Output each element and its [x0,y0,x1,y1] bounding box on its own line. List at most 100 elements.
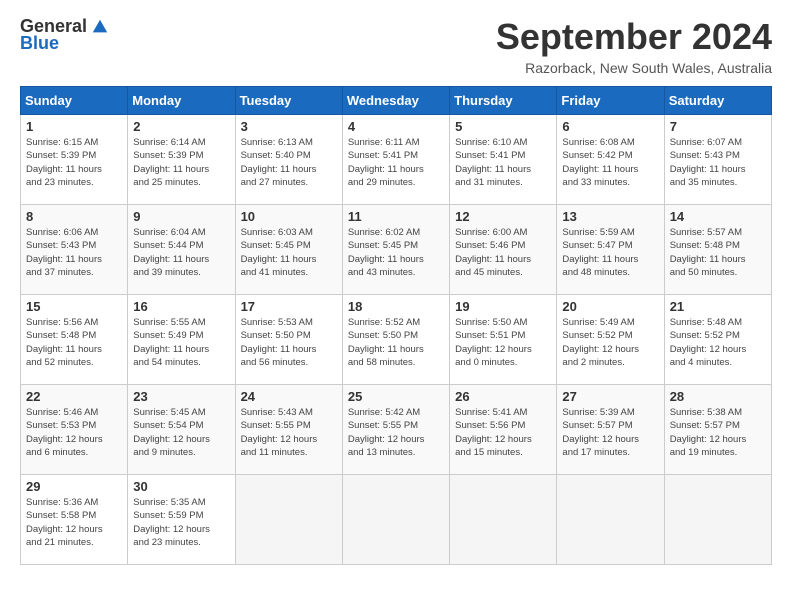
header: General Blue September 2024 Razorback, N… [20,16,772,76]
calendar-day-cell [557,475,664,565]
day-number: 25 [348,389,444,404]
day-detail: Sunrise: 6:04 AMSunset: 5:44 PMDaylight:… [133,227,209,278]
day-number: 15 [26,299,122,314]
day-detail: Sunrise: 5:59 AMSunset: 5:47 PMDaylight:… [562,227,638,278]
calendar-day-header: Friday [557,87,664,115]
calendar-day-header: Saturday [664,87,771,115]
day-number: 12 [455,209,551,224]
calendar-day-cell: 14 Sunrise: 5:57 AMSunset: 5:48 PMDayligh… [664,205,771,295]
day-detail: Sunrise: 6:07 AMSunset: 5:43 PMDaylight:… [670,137,746,188]
day-detail: Sunrise: 5:53 AMSunset: 5:50 PMDaylight:… [241,317,317,368]
calendar-day-header: Monday [128,87,235,115]
day-number: 8 [26,209,122,224]
day-detail: Sunrise: 6:02 AMSunset: 5:45 PMDaylight:… [348,227,424,278]
day-detail: Sunrise: 5:42 AMSunset: 5:55 PMDaylight:… [348,407,425,458]
day-detail: Sunrise: 5:55 AMSunset: 5:49 PMDaylight:… [133,317,209,368]
calendar-day-cell: 3 Sunrise: 6:13 AMSunset: 5:40 PMDaylight… [235,115,342,205]
calendar-day-cell: 4 Sunrise: 6:11 AMSunset: 5:41 PMDaylight… [342,115,449,205]
day-number: 26 [455,389,551,404]
day-number: 18 [348,299,444,314]
day-detail: Sunrise: 5:38 AMSunset: 5:57 PMDaylight:… [670,407,747,458]
calendar-day-cell: 13 Sunrise: 5:59 AMSunset: 5:47 PMDayligh… [557,205,664,295]
calendar-week-row: 22 Sunrise: 5:46 AMSunset: 5:53 PMDayligh… [21,385,772,475]
calendar-day-cell: 23 Sunrise: 5:45 AMSunset: 5:54 PMDayligh… [128,385,235,475]
day-number: 19 [455,299,551,314]
day-number: 3 [241,119,337,134]
calendar-day-cell: 7 Sunrise: 6:07 AMSunset: 5:43 PMDaylight… [664,115,771,205]
calendar-day-cell: 10 Sunrise: 6:03 AMSunset: 5:45 PMDayligh… [235,205,342,295]
day-number: 1 [26,119,122,134]
day-number: 16 [133,299,229,314]
calendar-day-cell: 6 Sunrise: 6:08 AMSunset: 5:42 PMDaylight… [557,115,664,205]
day-detail: Sunrise: 5:48 AMSunset: 5:52 PMDaylight:… [670,317,747,368]
location-subtitle: Razorback, New South Wales, Australia [496,60,772,76]
day-number: 17 [241,299,337,314]
calendar-day-cell: 29 Sunrise: 5:36 AMSunset: 5:58 PMDayligh… [21,475,128,565]
calendar-day-cell: 17 Sunrise: 5:53 AMSunset: 5:50 PMDayligh… [235,295,342,385]
day-detail: Sunrise: 5:56 AMSunset: 5:48 PMDaylight:… [26,317,102,368]
day-number: 28 [670,389,766,404]
calendar-week-row: 15 Sunrise: 5:56 AMSunset: 5:48 PMDayligh… [21,295,772,385]
calendar-day-header: Tuesday [235,87,342,115]
calendar-week-row: 1 Sunrise: 6:15 AMSunset: 5:39 PMDaylight… [21,115,772,205]
day-detail: Sunrise: 6:08 AMSunset: 5:42 PMDaylight:… [562,137,638,188]
day-detail: Sunrise: 6:06 AMSunset: 5:43 PMDaylight:… [26,227,102,278]
calendar-day-cell: 28 Sunrise: 5:38 AMSunset: 5:57 PMDayligh… [664,385,771,475]
day-number: 7 [670,119,766,134]
day-detail: Sunrise: 5:35 AMSunset: 5:59 PMDaylight:… [133,497,210,548]
calendar-day-cell: 8 Sunrise: 6:06 AMSunset: 5:43 PMDaylight… [21,205,128,295]
day-number: 5 [455,119,551,134]
calendar-day-header: Sunday [21,87,128,115]
calendar-day-header: Thursday [450,87,557,115]
day-detail: Sunrise: 5:46 AMSunset: 5:53 PMDaylight:… [26,407,103,458]
calendar-day-cell: 9 Sunrise: 6:04 AMSunset: 5:44 PMDaylight… [128,205,235,295]
calendar-day-cell: 26 Sunrise: 5:41 AMSunset: 5:56 PMDayligh… [450,385,557,475]
day-number: 21 [670,299,766,314]
day-detail: Sunrise: 5:43 AMSunset: 5:55 PMDaylight:… [241,407,318,458]
day-number: 13 [562,209,658,224]
day-detail: Sunrise: 6:10 AMSunset: 5:41 PMDaylight:… [455,137,531,188]
day-detail: Sunrise: 5:41 AMSunset: 5:56 PMDaylight:… [455,407,532,458]
day-detail: Sunrise: 5:45 AMSunset: 5:54 PMDaylight:… [133,407,210,458]
calendar-day-cell: 12Sunrise: 6:00 AMSunset: 5:46 PMDayligh… [450,205,557,295]
calendar-day-cell: 25 Sunrise: 5:42 AMSunset: 5:55 PMDayligh… [342,385,449,475]
day-detail: Sunrise: 6:15 AMSunset: 5:39 PMDaylight:… [26,137,102,188]
calendar-day-cell [342,475,449,565]
calendar-day-cell: 21 Sunrise: 5:48 AMSunset: 5:52 PMDayligh… [664,295,771,385]
calendar-day-cell [450,475,557,565]
calendar-day-cell: 2Sunrise: 6:14 AMSunset: 5:39 PMDaylight… [128,115,235,205]
day-detail: Sunrise: 6:03 AMSunset: 5:45 PMDaylight:… [241,227,317,278]
calendar-day-cell: 22 Sunrise: 5:46 AMSunset: 5:53 PMDayligh… [21,385,128,475]
calendar-week-row: 8 Sunrise: 6:06 AMSunset: 5:43 PMDaylight… [21,205,772,295]
day-detail: Sunrise: 6:13 AMSunset: 5:40 PMDaylight:… [241,137,317,188]
day-detail: Sunrise: 5:36 AMSunset: 5:58 PMDaylight:… [26,497,103,548]
day-detail: Sunrise: 5:50 AMSunset: 5:51 PMDaylight:… [455,317,532,368]
day-number: 9 [133,209,229,224]
calendar-day-cell: 15 Sunrise: 5:56 AMSunset: 5:48 PMDayligh… [21,295,128,385]
day-number: 23 [133,389,229,404]
day-number: 10 [241,209,337,224]
day-number: 24 [241,389,337,404]
day-detail: Sunrise: 6:11 AMSunset: 5:41 PMDaylight:… [348,137,424,188]
day-number: 30 [133,479,229,494]
calendar-day-cell: 30 Sunrise: 5:35 AMSunset: 5:59 PMDayligh… [128,475,235,565]
logo: General Blue [20,16,109,54]
day-number: 29 [26,479,122,494]
day-number: 22 [26,389,122,404]
day-detail: Sunrise: 5:57 AMSunset: 5:48 PMDaylight:… [670,227,746,278]
calendar-day-header: Wednesday [342,87,449,115]
calendar-day-cell: 1 Sunrise: 6:15 AMSunset: 5:39 PMDaylight… [21,115,128,205]
day-number: 4 [348,119,444,134]
day-number: 6 [562,119,658,134]
calendar-day-cell: 27Sunrise: 5:39 AMSunset: 5:57 PMDayligh… [557,385,664,475]
calendar-day-cell: 24 Sunrise: 5:43 AMSunset: 5:55 PMDayligh… [235,385,342,475]
calendar-week-row: 29 Sunrise: 5:36 AMSunset: 5:58 PMDayligh… [21,475,772,565]
calendar-day-cell: 5 Sunrise: 6:10 AMSunset: 5:41 PMDaylight… [450,115,557,205]
calendar-day-cell: 16 Sunrise: 5:55 AMSunset: 5:49 PMDayligh… [128,295,235,385]
calendar-day-cell [235,475,342,565]
calendar-day-cell: 18Sunrise: 5:52 AMSunset: 5:50 PMDayligh… [342,295,449,385]
calendar-day-cell: 20Sunrise: 5:49 AMSunset: 5:52 PMDayligh… [557,295,664,385]
calendar-table: SundayMondayTuesdayWednesdayThursdayFrid… [20,86,772,565]
day-number: 14 [670,209,766,224]
calendar-day-cell [664,475,771,565]
